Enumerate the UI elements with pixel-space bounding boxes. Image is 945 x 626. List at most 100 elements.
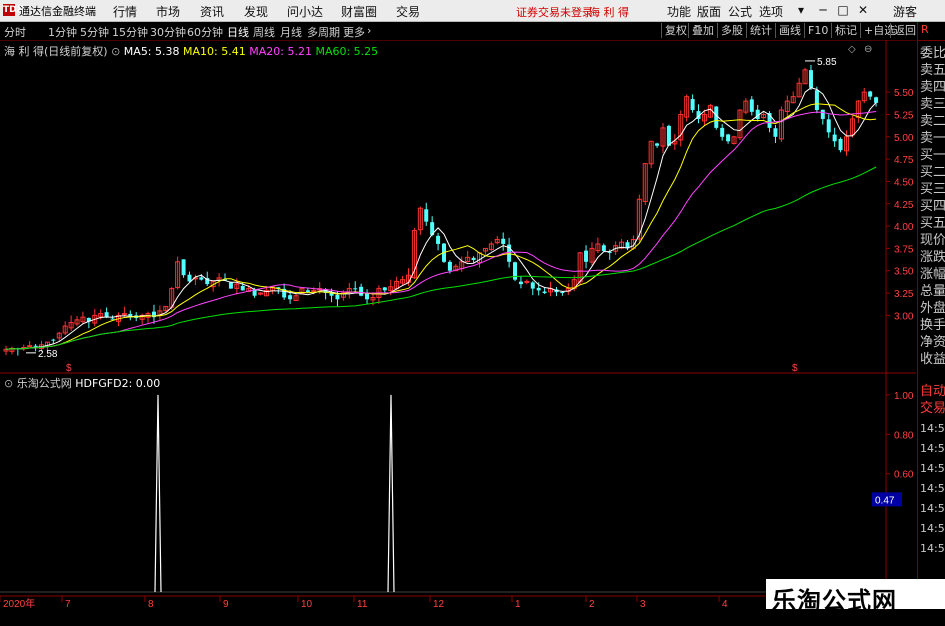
ma-legend-item: MA60: 5.25 [315, 45, 379, 58]
menu-market[interactable]: 市场 [156, 3, 180, 20]
candle-body-down [240, 286, 245, 291]
menu-layout[interactable]: 版面 [697, 3, 721, 20]
candle-body-down [690, 98, 695, 111]
candle-body-down [773, 128, 778, 137]
candle-body-down [542, 291, 547, 294]
candle-body-down [560, 291, 565, 294]
candle-body-down [832, 134, 837, 142]
menu-options[interactable]: 选项 [759, 3, 783, 20]
period-monthly[interactable]: 月线 [280, 24, 302, 40]
menu-functions[interactable]: 功能 [667, 3, 691, 20]
candle-body-down [820, 109, 825, 119]
settings-icon[interactable]: ⊙ [4, 377, 13, 390]
rp-time: 14:56 [920, 502, 945, 515]
candle-body-down [305, 290, 310, 293]
rp-trade-label[interactable]: 自动 [920, 384, 945, 400]
period-more[interactable]: 更多 [343, 24, 365, 40]
menu-bar: TDX 通达信金融终端 行情 市场 资讯 发现 问小达 财富圈 交易 证券交易未… [0, 0, 945, 22]
candle-body-down [288, 295, 293, 300]
user-guest[interactable]: 游客 [893, 3, 917, 20]
period-15min[interactable]: 15分钟 [112, 24, 148, 40]
dividend-marker: $ [66, 363, 72, 374]
overlay-button[interactable]: 叠加 [688, 23, 714, 38]
menu-quotes[interactable]: 行情 [113, 3, 137, 20]
maximize-icon[interactable]: □ [835, 2, 851, 18]
candle-body-up [524, 280, 530, 283]
period-multi[interactable]: 多周期 [307, 24, 340, 40]
candle-body-down [655, 143, 660, 146]
rp-field-label: 卖三 [920, 97, 945, 112]
period-weekly[interactable]: 周线 [253, 24, 275, 40]
candle-body-down [447, 261, 452, 271]
chevron-right-icon[interactable]: › [367, 24, 371, 37]
candle-body-down [814, 90, 819, 111]
menu-trade[interactable]: 交易 [396, 3, 420, 20]
minimize-icon[interactable]: ─ [815, 2, 831, 18]
period-daily[interactable]: 日线 [227, 24, 249, 40]
close-icon[interactable]: ✕ [855, 2, 871, 18]
candle-body-down [530, 282, 535, 289]
x-tick-label: 2 [589, 599, 595, 610]
draw-line-button[interactable]: 画线 [775, 23, 801, 38]
price-tick-label: 3.50 [894, 267, 914, 278]
quote-side-panel: R 委比 卖五 卖四 卖三 卖二 卖一 买一 买二 买三 买四 买五 现价 涨跌 涨幅 总量 外盘 换手 净资 收益… [917, 22, 945, 609]
indicator-title: 乐淘公式网 [16, 377, 72, 390]
stock-label: 海 利 得(日线前复权) [4, 45, 108, 58]
ma-legend-item: MA10: 5.41 [183, 45, 250, 58]
rp-time: 14:56 [920, 522, 945, 535]
rp-field-label: 涨幅 [920, 267, 945, 282]
candle-body-down [868, 91, 873, 97]
candle-body-down [808, 70, 813, 88]
kline-chart[interactable]: 3.00 3.25 3.50 3.75 4.00 4.25 4.50 4.75 5.00 5.25… [0, 40, 916, 610]
period-30min[interactable]: 30分钟 [150, 24, 186, 40]
x-tick-label: 10 [301, 599, 313, 610]
x-tick-label: 1 [515, 599, 521, 610]
candle-body-down [359, 286, 364, 296]
mark-button[interactable]: 标记 [831, 23, 857, 38]
menu-ask[interactable]: 问小达 [287, 3, 323, 20]
period-60min[interactable]: 60分钟 [187, 24, 223, 40]
candle-body-down [365, 293, 370, 300]
x-tick-label: 3 [640, 599, 646, 610]
candle-body-down [353, 288, 358, 290]
menu-formula[interactable]: 公式 [728, 3, 752, 20]
f10-button[interactable]: F10 [804, 23, 828, 38]
rp-field-label: 净资 [920, 335, 945, 350]
period-5min[interactable]: 5分钟 [80, 24, 109, 40]
settings-icon[interactable]: ⊙ [111, 45, 120, 58]
indicator-value: HDFGFD2: 0.00 [75, 377, 161, 390]
period-intraday[interactable]: 分时 [4, 24, 26, 40]
rp-time: 14:56 [920, 422, 945, 435]
back-button[interactable]: 返回 [890, 23, 916, 38]
rp-time: 14:56 [920, 542, 945, 555]
candle-body-down [181, 259, 186, 276]
candle-body-down [749, 99, 754, 112]
x-tick-label: 11 [357, 599, 368, 610]
rp-time: 14:56 [920, 482, 945, 495]
diamond-icon: ◇ [848, 44, 856, 55]
candle-body-down [436, 235, 441, 244]
trade-login-status[interactable]: 证券交易未登录 [516, 4, 593, 20]
skin-icon[interactable]: ▾ [793, 2, 809, 18]
adjust-button[interactable]: 复权 [661, 23, 687, 38]
x-tick-label: 8 [148, 599, 154, 610]
menu-news[interactable]: 资讯 [200, 3, 224, 20]
price-tick-label: 5.25 [894, 110, 914, 121]
menu-discover[interactable]: 发现 [244, 3, 268, 20]
high-price-label: 5.85 [817, 57, 837, 68]
indicator-tick-label: 0.60 [894, 470, 914, 481]
candle-body-down [726, 134, 731, 142]
rp-trade-label[interactable]: 交易 [920, 401, 945, 417]
ma-legend-item: MA5: 5.38 [123, 45, 184, 58]
rp-field-label: 涨跌 [920, 250, 945, 265]
rp-field-label: 卖二 [920, 114, 945, 129]
menu-wealth[interactable]: 财富圈 [341, 3, 377, 20]
period-1min[interactable]: 1分钟 [48, 24, 77, 40]
minus-icon: ⊖ [864, 44, 872, 55]
rp-field-label: 买五 [920, 216, 945, 231]
candle-body-down [33, 345, 38, 347]
candle-body-down [601, 245, 606, 252]
multi-stock-button[interactable]: 多股 [717, 23, 743, 38]
stats-button[interactable]: 统计 [746, 23, 772, 38]
candle-body-down [874, 97, 879, 103]
